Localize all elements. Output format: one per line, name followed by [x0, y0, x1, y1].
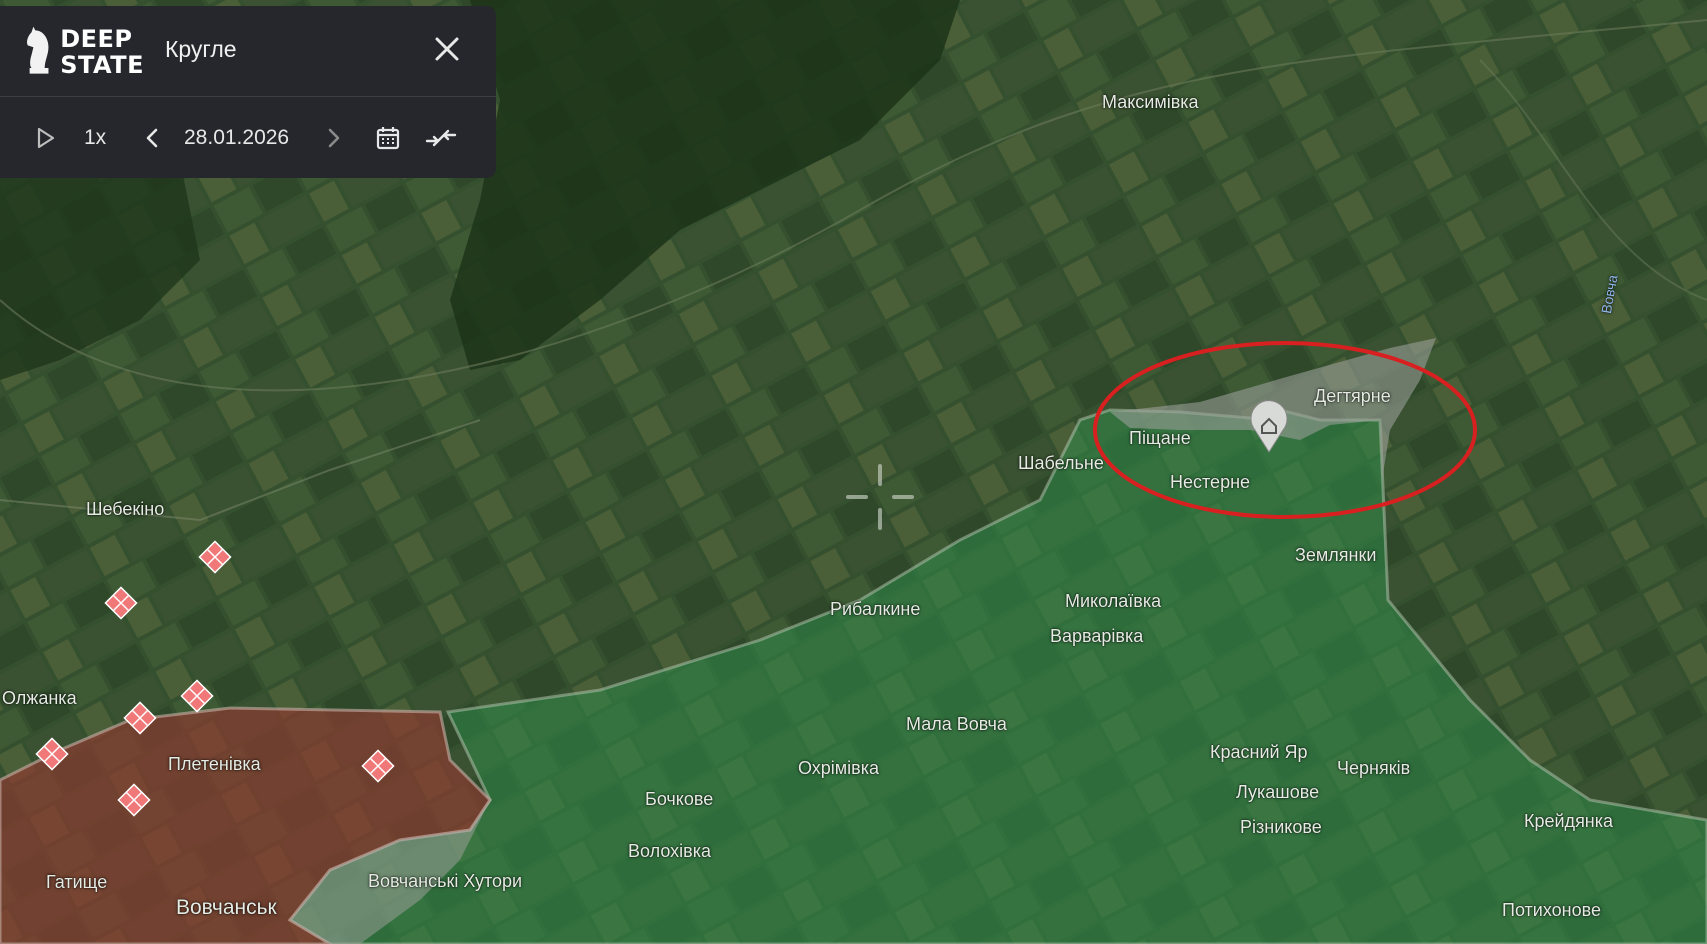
logo-text: DEEP STATE [60, 26, 144, 78]
place-label: Максимівка [1102, 92, 1199, 112]
collapse-icon[interactable] [424, 97, 458, 179]
place-label: Вовчанськ [176, 896, 277, 919]
place-label: Дегтярне [1314, 386, 1391, 406]
place-label: Шабельне [1018, 453, 1104, 473]
place-label: Вовчанські Хутори [368, 871, 523, 891]
speed-button[interactable]: 1x [84, 97, 106, 179]
calendar-icon[interactable] [374, 97, 402, 179]
logo-line-1: DEEP [60, 25, 133, 53]
chevron-right-icon[interactable] [324, 97, 344, 179]
panel-header: DEEP STATE Кругле [0, 6, 496, 97]
place-label: Олжанка [2, 688, 77, 708]
place-label: Рибалкине [830, 599, 921, 619]
close-icon[interactable] [432, 34, 462, 64]
date-display[interactable]: 28.01.2026 [184, 97, 289, 179]
location-title: Кругле [165, 36, 237, 62]
place-label: Різникове [1240, 817, 1322, 837]
chevron-left-icon[interactable] [142, 97, 162, 179]
place-label: Варварівка [1050, 626, 1144, 646]
place-label: Бочкове [645, 789, 714, 809]
deepstate-logo[interactable]: DEEP STATE [24, 22, 144, 82]
place-label: Крейдянка [1524, 811, 1614, 831]
knight-logo-icon [27, 26, 49, 74]
logo-line-2: STATE [60, 51, 144, 79]
place-label: Лукашове [1236, 782, 1320, 802]
place-label: Черняків [1337, 758, 1411, 778]
place-label: Землянки [1295, 545, 1377, 565]
place-label: Потихонове [1502, 900, 1601, 920]
place-label: Піщане [1129, 428, 1191, 448]
place-label: Плетенівка [168, 754, 261, 774]
place-label: Охрімівка [798, 758, 880, 778]
play-icon[interactable] [34, 97, 58, 179]
place-label: Нестерне [1170, 472, 1251, 492]
place-label: Шебекіно [86, 499, 165, 519]
place-label: Гатище [46, 872, 108, 892]
control-panel: DEEP STATE Кругле 1x 28.01.2026 [0, 6, 496, 178]
place-label: Мала Вовча [906, 714, 1007, 734]
place-label: Волохівка [628, 841, 711, 861]
place-label: Красний Яр [1210, 742, 1308, 762]
timeline-controls: 1x 28.01.2026 [0, 97, 496, 179]
place-label: Миколаївка [1065, 591, 1162, 611]
